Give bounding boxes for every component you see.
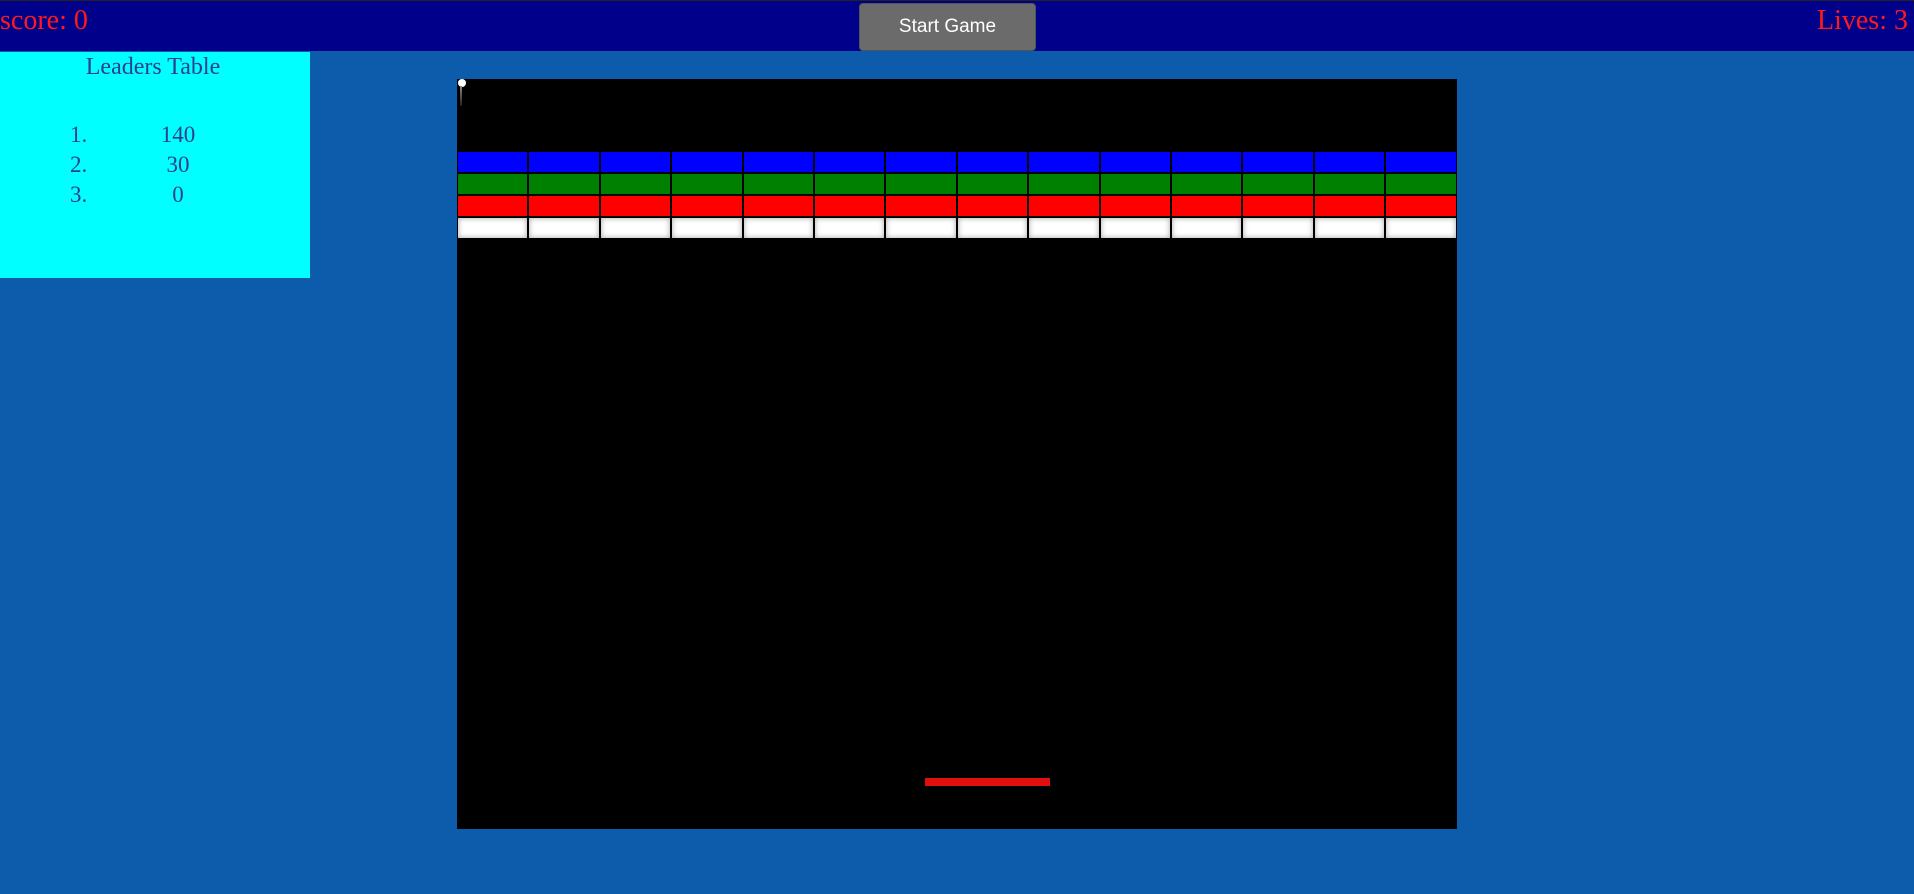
brick [957,196,1028,216]
brick [1100,196,1170,216]
lives-display: Lives: 3 [1817,5,1908,36]
leader-score: 0 [172,182,184,207]
brick [886,218,956,238]
leader-rank: 3. [70,182,88,207]
brick [1386,152,1456,172]
top-bar: score: 0 Start Game Lives: 3 [0,0,1914,51]
brick [1243,174,1313,194]
brick [1314,196,1385,216]
brick [1100,174,1170,194]
leader-score: 30 [166,152,190,177]
brick [886,174,956,194]
brick [1029,152,1099,172]
brick [1386,174,1456,194]
leader-row: 3. 0 [0,182,310,212]
brick [529,218,599,238]
brick [1172,196,1242,216]
brick [1172,218,1242,238]
leader-row: 1. 140 [0,122,310,152]
leader-row: 2. 30 [0,152,310,182]
brick [1100,218,1170,238]
brick [1029,174,1099,194]
brick [1386,218,1456,238]
brick [600,152,671,172]
brick [1029,196,1099,216]
brick [743,152,813,172]
brick [672,218,742,238]
brick [458,174,528,194]
brick [815,152,885,172]
brick [815,174,885,194]
brick [458,196,528,216]
brick [743,196,813,216]
brick [529,174,599,194]
brick [1243,152,1313,172]
brick [1314,218,1385,238]
leader-rank: 2. [70,152,88,177]
brick [458,152,528,172]
brick [529,196,599,216]
ball-launcher [460,86,462,106]
paddle[interactable] [925,778,1050,786]
brick [1314,152,1385,172]
brick [600,218,671,238]
brick [1172,152,1242,172]
brick [743,218,813,238]
leaders-table: Leaders Table 1. 140 2. 30 3. 0 [0,52,310,278]
brick [1172,174,1242,194]
brick [957,174,1028,194]
brick [815,218,885,238]
leader-score: 140 [160,122,196,147]
brick [815,196,885,216]
brick [1100,152,1170,172]
brick [1243,196,1313,216]
brick [743,174,813,194]
game-field[interactable] [457,79,1457,829]
brick [672,196,742,216]
brick [957,152,1028,172]
brick [529,152,599,172]
score-display: score: 0 [0,5,88,36]
brick [458,218,528,238]
brick [1386,196,1456,216]
brick [886,196,956,216]
brick [886,152,956,172]
brick [672,152,742,172]
brick [600,196,671,216]
brick [957,218,1028,238]
leader-rank: 1. [70,122,88,147]
brick [1243,218,1313,238]
brick [1314,174,1385,194]
start-game-button[interactable]: Start Game [859,3,1036,51]
brick [600,174,671,194]
leaders-table-title: Leaders Table [85,54,221,80]
brick [672,174,742,194]
brick [1029,218,1099,238]
